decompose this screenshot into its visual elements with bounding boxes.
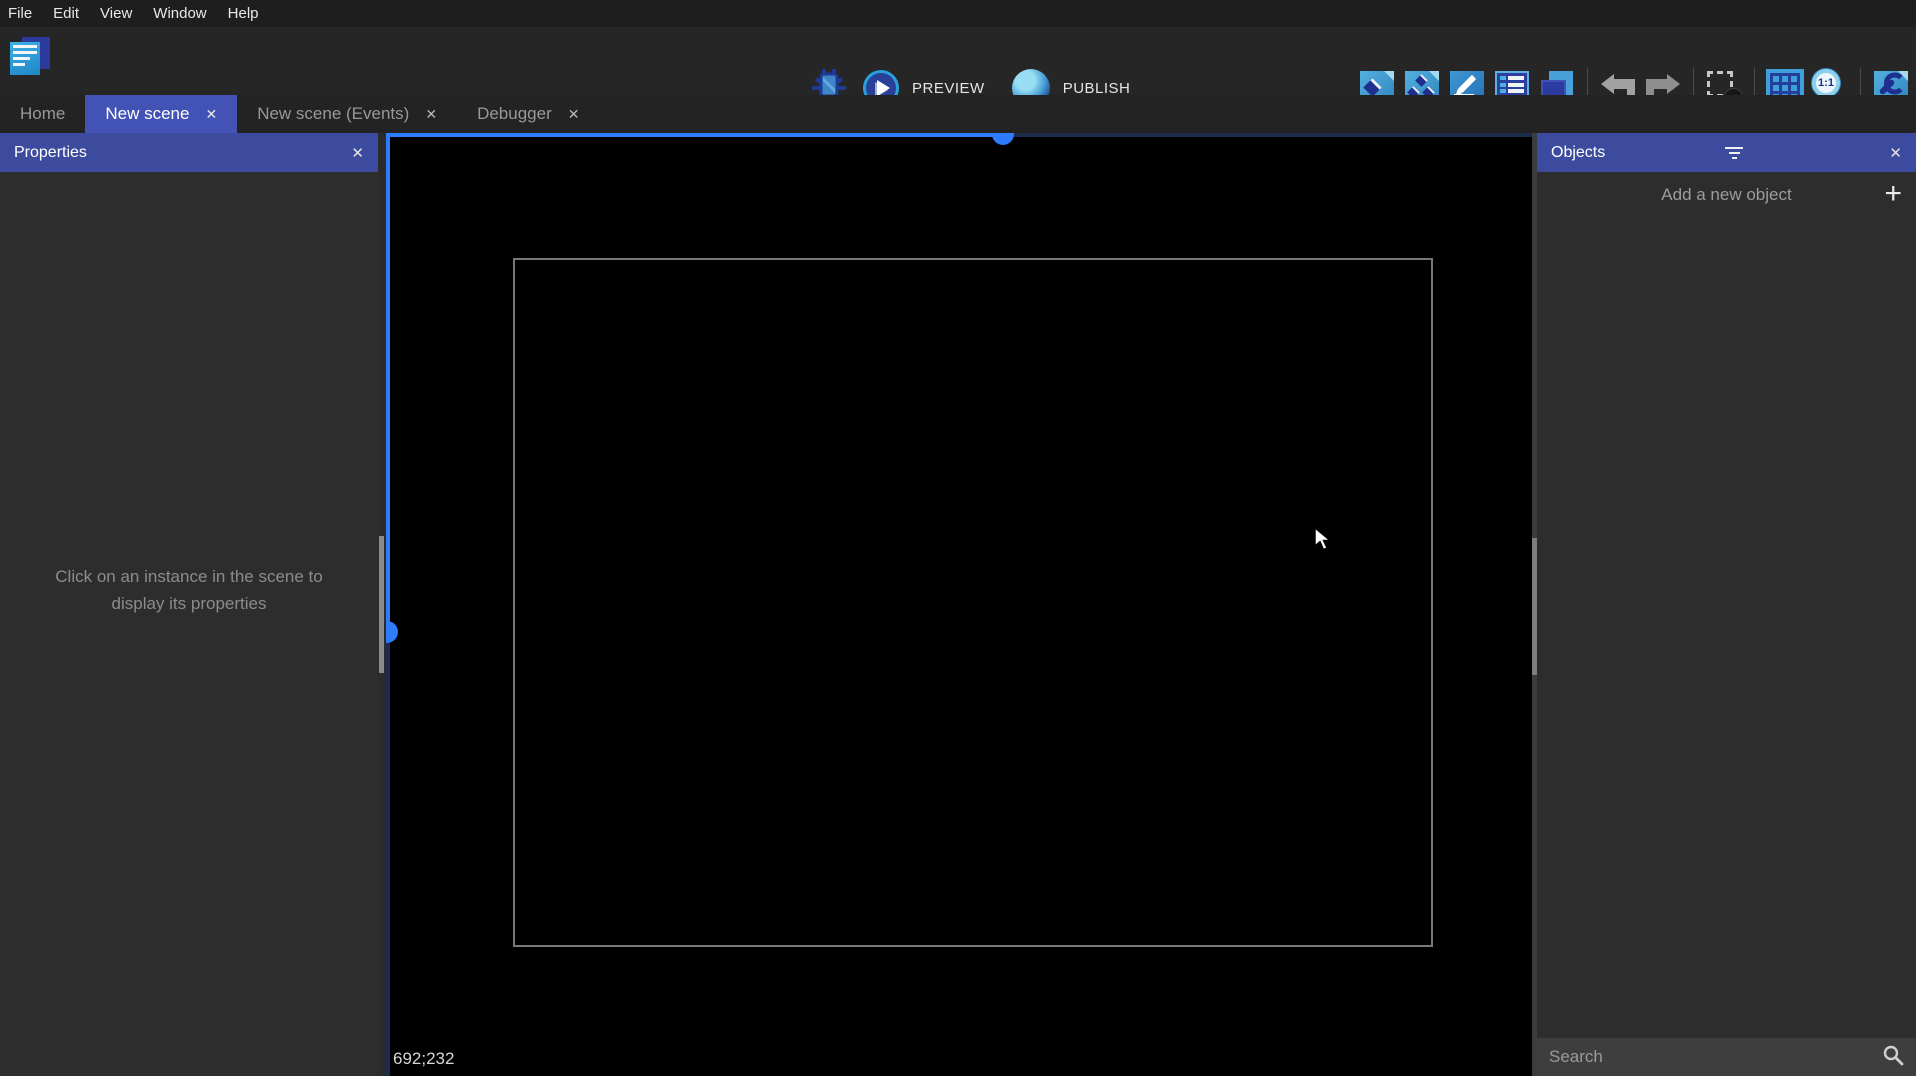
left-panel-splitter[interactable] <box>378 133 386 1076</box>
properties-panel-title: Properties <box>14 143 87 161</box>
menu-window[interactable]: Window <box>153 5 206 22</box>
project-manager-button[interactable] <box>10 37 50 77</box>
cursor-coordinates: 692;232 <box>393 1049 455 1068</box>
scene-canvas[interactable]: 692;232 <box>386 133 1532 1076</box>
canvas-vscrollbar-track[interactable] <box>386 632 390 1076</box>
close-tab-icon[interactable]: ✕ <box>425 106 437 123</box>
gdevelop-window: File Edit View Window Help PREVIEW PUBLI… <box>0 0 1916 1076</box>
publish-button[interactable]: PUBLISH <box>1063 80 1131 97</box>
menu-file[interactable]: File <box>8 5 32 22</box>
objects-panel: Objects ✕ Add a new object + <box>1537 133 1916 1076</box>
tab-new-scene-events[interactable]: New scene (Events) ✕ <box>237 95 457 133</box>
objects-search-input[interactable] <box>1549 1047 1882 1067</box>
main-toolbar: PREVIEW PUBLISH 1:1 <box>0 27 1916 110</box>
objects-panel-header: Objects ✕ <box>1537 133 1916 172</box>
filter-icon[interactable] <box>1725 146 1744 159</box>
search-icon[interactable] <box>1882 1044 1904 1071</box>
close-tab-icon[interactable]: ✕ <box>205 106 217 123</box>
objects-panel-title: Objects <box>1551 143 1606 161</box>
editor-tab-bar: Home New scene ✕ New scene (Events) ✕ De… <box>0 95 1916 133</box>
tab-home[interactable]: Home <box>0 95 85 133</box>
close-properties-icon[interactable]: ✕ <box>351 144 364 162</box>
add-object-row[interactable]: Add a new object + <box>1537 172 1916 218</box>
menu-view[interactable]: View <box>100 5 132 22</box>
objects-search-bar <box>1537 1038 1916 1076</box>
preview-button[interactable]: PREVIEW <box>912 80 985 97</box>
menu-bar: File Edit View Window Help <box>0 0 1916 27</box>
menu-edit[interactable]: Edit <box>53 5 79 22</box>
canvas-hscrollbar-thumb[interactable] <box>992 133 1014 145</box>
canvas-vscrollbar-thumb[interactable] <box>386 621 398 643</box>
plus-icon[interactable]: + <box>1884 176 1902 212</box>
menu-help[interactable]: Help <box>228 5 259 22</box>
close-tab-icon[interactable]: ✕ <box>568 106 580 123</box>
close-objects-icon[interactable]: ✕ <box>1889 144 1902 162</box>
canvas-hscrollbar-track[interactable] <box>1011 133 1532 137</box>
properties-panel: Properties ✕ Click on an instance in the… <box>0 133 378 1076</box>
mouse-cursor-icon <box>1314 526 1336 558</box>
scene-window-frame <box>513 258 1433 947</box>
tab-new-scene[interactable]: New scene ✕ <box>85 95 238 133</box>
scene-editor-area: Properties ✕ Click on an instance in the… <box>0 133 1916 1076</box>
add-object-label: Add a new object <box>1661 185 1792 204</box>
tab-debugger[interactable]: Debugger ✕ <box>457 95 599 133</box>
properties-empty-hint: Click on an instance in the scene to dis… <box>55 567 323 613</box>
properties-panel-header: Properties ✕ <box>0 133 378 172</box>
